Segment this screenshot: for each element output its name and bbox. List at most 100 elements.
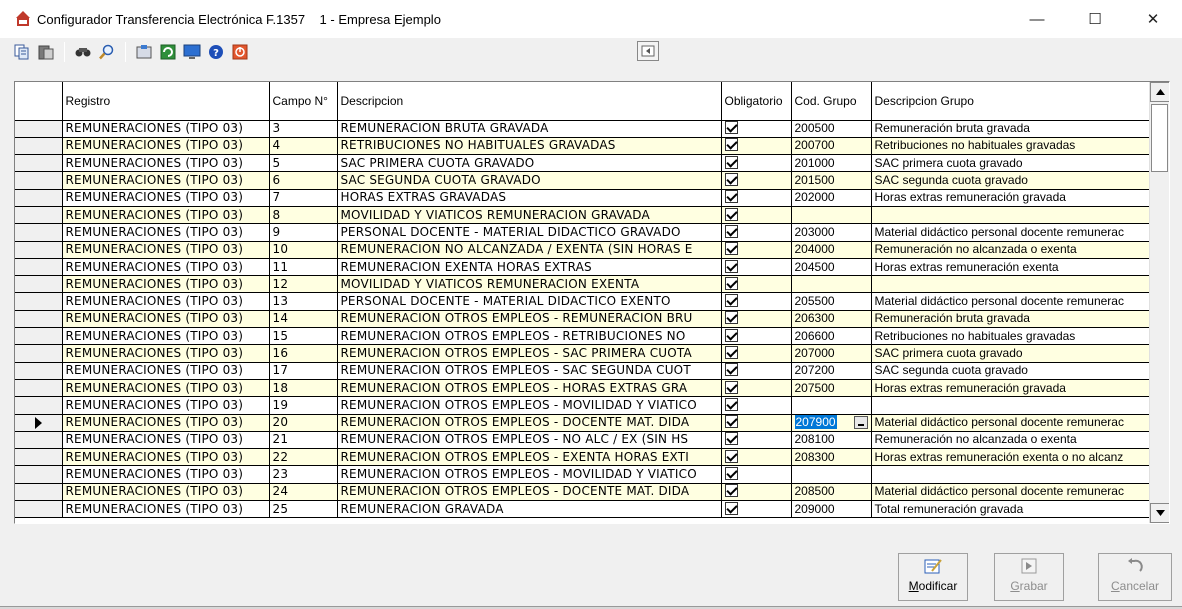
- cell-registro[interactable]: REMUNERACIONES (TIPO 03): [62, 483, 270, 502]
- cancelar-button[interactable]: Cancelar: [1098, 553, 1172, 601]
- obligatorio-checkbox[interactable]: [724, 242, 738, 256]
- obligatorio-checkbox[interactable]: [724, 397, 738, 411]
- cell-obligatorio[interactable]: [721, 154, 792, 173]
- table-row[interactable]: REMUNERACIONES (TIPO 03) 6 SAC SEGUNDA CUO…: [15, 171, 1149, 190]
- cell-cod-grupo[interactable]: 205500: [791, 292, 872, 311]
- cell-cod-grupo[interactable]: 207000: [791, 344, 872, 363]
- obligatorio-checkbox[interactable]: [724, 415, 738, 429]
- cell-descripcion[interactable]: SAC PRIMERA CUOTA GRAVADO: [337, 154, 722, 173]
- cell-campo[interactable]: 9: [269, 223, 338, 242]
- cell-campo[interactable]: 14: [269, 310, 338, 329]
- cell-descripcion[interactable]: REMUNERACION OTROS EMPLEOS - HORAS EXTRA…: [337, 379, 722, 398]
- cell-obligatorio[interactable]: [721, 206, 792, 225]
- cell-descripcion[interactable]: RETRIBUCIONES NO HABITUALES GRAVADAS: [337, 137, 722, 156]
- column-header-descripcion-grupo[interactable]: Descripcion Grupo: [871, 82, 1149, 121]
- cell-registro[interactable]: REMUNERACIONES (TIPO 03): [62, 241, 270, 259]
- cell-obligatorio[interactable]: [721, 171, 792, 190]
- cell-obligatorio[interactable]: [721, 327, 792, 346]
- table-row[interactable]: REMUNERACIONES (TIPO 03) 5 SAC PRIMERA CUO…: [15, 154, 1149, 173]
- table-row[interactable]: REMUNERACIONES (TIPO 03) 8 MOVILIDAD Y VIA…: [15, 206, 1149, 225]
- cell-campo[interactable]: 12: [269, 275, 338, 294]
- find-icon[interactable]: [73, 42, 93, 62]
- row-indicator[interactable]: [15, 154, 63, 173]
- help-icon[interactable]: ?: [206, 42, 226, 62]
- cell-obligatorio[interactable]: [721, 258, 792, 277]
- row-indicator[interactable]: [15, 189, 63, 207]
- cell-campo[interactable]: 7: [269, 189, 338, 207]
- table-row[interactable]: REMUNERACIONES (TIPO 03) 11 REMUNERACION E…: [15, 258, 1149, 277]
- cell-registro[interactable]: REMUNERACIONES (TIPO 03): [62, 171, 270, 190]
- cell-cod-grupo[interactable]: 200700: [791, 137, 872, 156]
- cell-descripcion-grupo[interactable]: Retribuciones no habituales gravadas: [871, 327, 1149, 346]
- row-indicator[interactable]: [15, 120, 63, 138]
- row-indicator[interactable]: [15, 414, 63, 432]
- monitor-icon[interactable]: [182, 42, 202, 62]
- cell-campo[interactable]: 25: [269, 500, 338, 519]
- cell-cod-grupo[interactable]: 206300: [791, 310, 872, 329]
- cell-descripcion-grupo[interactable]: Material didáctico personal docente remu…: [871, 483, 1149, 502]
- table-row[interactable]: REMUNERACIONES (TIPO 03) 16 REMUNERACION O…: [15, 344, 1149, 363]
- table-row[interactable]: REMUNERACIONES (TIPO 03) 25 REMUNERACION G…: [15, 500, 1149, 519]
- column-header-registro[interactable]: Registro: [62, 82, 270, 121]
- cell-descripcion-grupo[interactable]: SAC primera cuota gravado: [871, 154, 1149, 173]
- cell-cod-grupo[interactable]: 202000: [791, 189, 872, 207]
- obligatorio-checkbox[interactable]: [724, 484, 738, 498]
- cell-campo[interactable]: 4: [269, 137, 338, 156]
- cell-campo[interactable]: 15: [269, 327, 338, 346]
- cell-campo[interactable]: 21: [269, 431, 338, 450]
- cell-descripcion[interactable]: MOVILIDAD Y VIATICOS REMUNERACION GRAVAD…: [337, 206, 722, 225]
- obligatorio-checkbox[interactable]: [724, 467, 738, 481]
- cell-descripcion[interactable]: REMUNERACION OTROS EMPLEOS - REMUNERACIO…: [337, 310, 722, 329]
- cell-registro[interactable]: REMUNERACIONES (TIPO 03): [62, 500, 270, 519]
- cell-campo[interactable]: 16: [269, 344, 338, 363]
- table-row[interactable]: REMUNERACIONES (TIPO 03) 20 REMUNERACION O…: [15, 414, 1149, 432]
- cell-campo[interactable]: 23: [269, 465, 338, 484]
- cell-obligatorio[interactable]: [721, 396, 792, 415]
- cell-obligatorio[interactable]: [721, 379, 792, 398]
- column-header-cod-grupo[interactable]: Cod. Grupo: [791, 82, 872, 121]
- cell-obligatorio[interactable]: [721, 189, 792, 207]
- cell-obligatorio[interactable]: [721, 483, 792, 502]
- cell-registro[interactable]: REMUNERACIONES (TIPO 03): [62, 206, 270, 225]
- row-indicator[interactable]: [15, 500, 63, 519]
- cell-registro[interactable]: REMUNERACIONES (TIPO 03): [62, 362, 270, 380]
- cell-descripcion[interactable]: REMUNERACION OTROS EMPLEOS - RETRIBUCION…: [337, 327, 722, 346]
- cell-cod-grupo[interactable]: 207500: [791, 379, 872, 398]
- cell-registro[interactable]: REMUNERACIONES (TIPO 03): [62, 292, 270, 311]
- table-row[interactable]: REMUNERACIONES (TIPO 03) 9 PERSONAL DOCENT…: [15, 223, 1149, 242]
- cell-descripcion[interactable]: REMUNERACION OTROS EMPLEOS - DOCENTE MAT…: [337, 483, 722, 502]
- vertical-scrollbar[interactable]: [1149, 82, 1169, 523]
- cell-descripcion-grupo[interactable]: SAC segunda cuota gravado: [871, 171, 1149, 190]
- cell-descripcion-grupo[interactable]: Material didáctico personal docente remu…: [871, 223, 1149, 242]
- cell-descripcion[interactable]: SAC SEGUNDA CUOTA GRAVADO: [337, 171, 722, 190]
- table-row[interactable]: REMUNERACIONES (TIPO 03) 3 REMUNERACION BR…: [15, 120, 1149, 138]
- refresh-icon[interactable]: [158, 42, 178, 62]
- obligatorio-checkbox[interactable]: [724, 155, 738, 169]
- cell-campo[interactable]: 11: [269, 258, 338, 277]
- cell-cod-grupo[interactable]: 204500: [791, 258, 872, 277]
- obligatorio-checkbox[interactable]: [724, 449, 738, 463]
- cell-descripcion[interactable]: REMUNERACION EXENTA HORAS EXTRAS: [337, 258, 722, 277]
- table-row[interactable]: REMUNERACIONES (TIPO 03) 14 REMUNERACION O…: [15, 310, 1149, 329]
- cell-campo[interactable]: 17: [269, 362, 338, 380]
- cell-descripcion-grupo[interactable]: Horas extras remuneración gravada: [871, 379, 1149, 398]
- row-indicator[interactable]: [15, 448, 63, 467]
- row-indicator[interactable]: [15, 137, 63, 156]
- cell-obligatorio[interactable]: [721, 275, 792, 294]
- obligatorio-checkbox[interactable]: [724, 363, 738, 377]
- cell-registro[interactable]: REMUNERACIONES (TIPO 03): [62, 310, 270, 329]
- row-indicator[interactable]: [15, 171, 63, 190]
- cell-obligatorio[interactable]: [721, 223, 792, 242]
- cell-registro[interactable]: REMUNERACIONES (TIPO 03): [62, 120, 270, 138]
- cell-descripcion-grupo[interactable]: Remuneración bruta gravada: [871, 310, 1149, 329]
- row-indicator[interactable]: [15, 223, 63, 242]
- obligatorio-checkbox[interactable]: [724, 190, 738, 204]
- obligatorio-checkbox[interactable]: [724, 121, 738, 135]
- row-indicator[interactable]: [15, 362, 63, 380]
- cell-obligatorio[interactable]: [721, 310, 792, 329]
- row-indicator[interactable]: [15, 465, 63, 484]
- row-indicator[interactable]: [15, 206, 63, 225]
- cell-descripcion-grupo[interactable]: Remuneración bruta gravada: [871, 120, 1149, 138]
- obligatorio-checkbox[interactable]: [724, 207, 738, 221]
- cell-descripcion[interactable]: PERSONAL DOCENTE - MATERIAL DIDACTICO EX…: [337, 292, 722, 311]
